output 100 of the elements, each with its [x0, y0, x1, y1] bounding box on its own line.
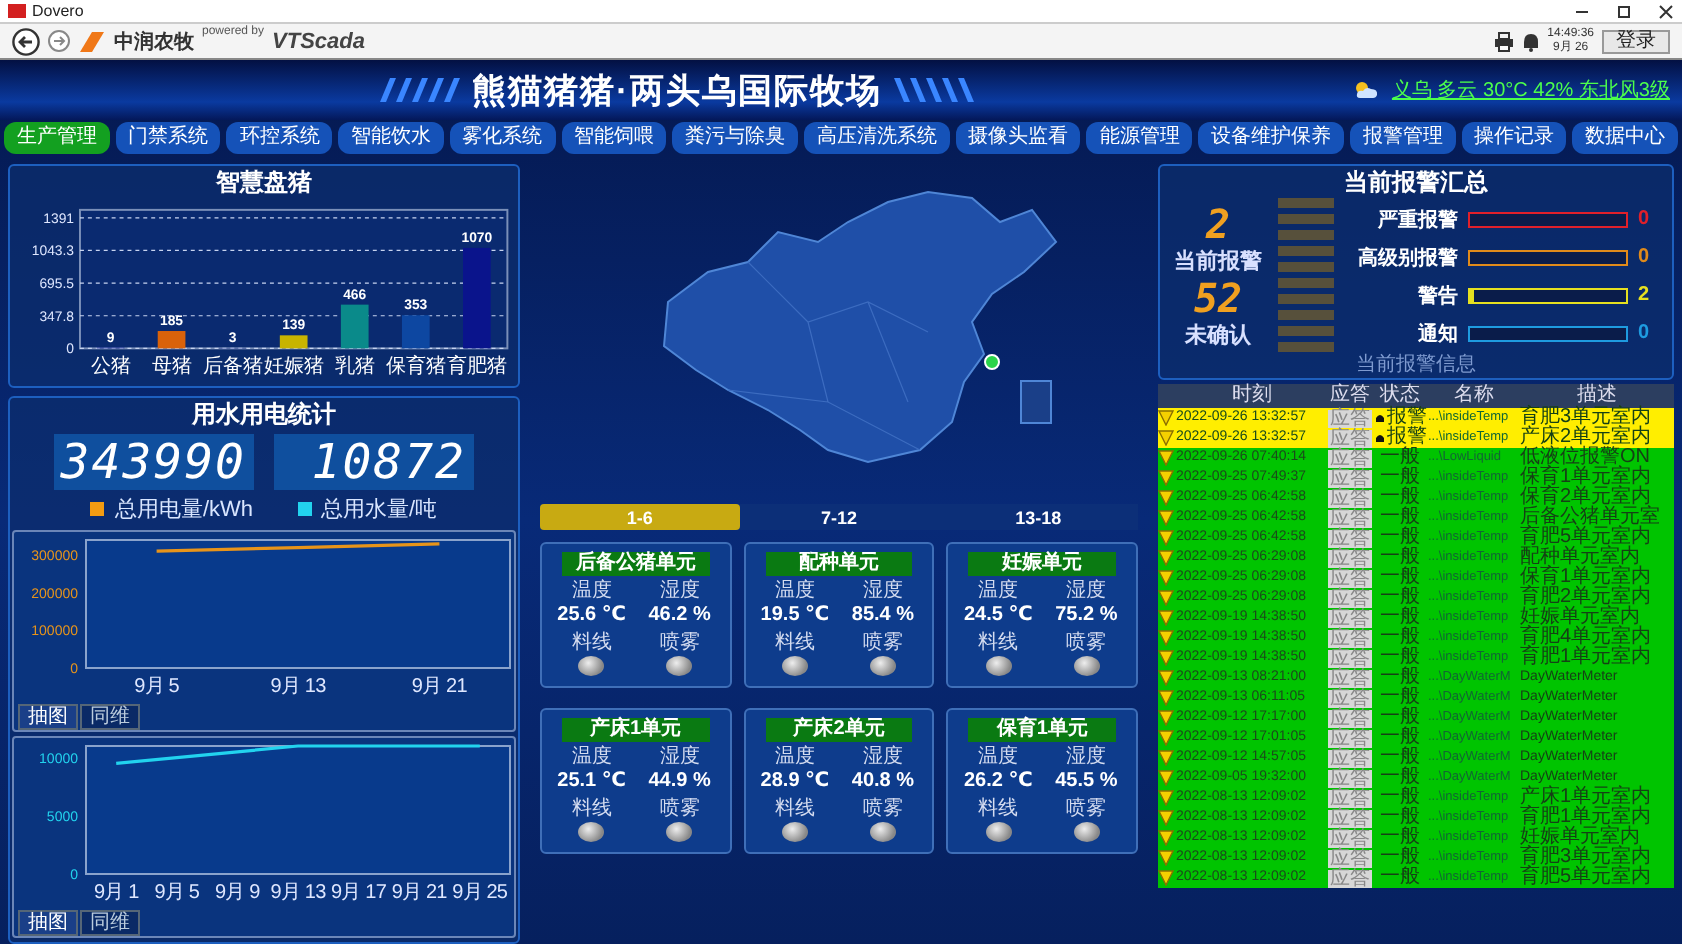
- reading-label: 温度: [571, 580, 612, 604]
- lamp-label: 喷雾: [659, 798, 700, 822]
- reading-value: 45.5 %: [1055, 770, 1118, 794]
- nav-tab[interactable]: 能源管理: [1086, 122, 1193, 154]
- table-cell: 一般: [1380, 528, 1420, 548]
- table-cell-text: 妊娠单元室内: [1520, 828, 1640, 848]
- unit-title: 保育1单元: [968, 718, 1116, 742]
- lamp-label: 喷雾: [1066, 798, 1107, 822]
- nav-tab[interactable]: 雾化系统: [449, 122, 556, 154]
- level-label: 通知: [1416, 321, 1458, 347]
- table-cell-text: 后备公猪单元室: [1520, 508, 1662, 528]
- nav-tab[interactable]: 摄像头监看: [955, 122, 1081, 154]
- table-cell: 一般: [1380, 468, 1420, 488]
- reading-value: 19.5 ℃: [760, 604, 830, 628]
- lamp-label: 料线: [571, 632, 612, 656]
- axis-label: 乳猪: [334, 356, 375, 379]
- table-cell-text: 低液位报警ON: [1520, 448, 1652, 468]
- axis-label: 9月 5: [154, 882, 200, 904]
- table-cell-text: 保育2单元室内: [1520, 488, 1652, 508]
- reading-value: 25.1 ℃: [557, 770, 626, 794]
- nav-tab[interactable]: 高压清洗系统: [804, 122, 950, 154]
- forward-icon[interactable]: [48, 30, 70, 52]
- nav-tab[interactable]: 生产管理: [4, 122, 110, 154]
- back-icon[interactable]: [12, 27, 40, 55]
- chart-tab[interactable]: 抽图: [18, 910, 78, 936]
- axis-label: 9月 13: [270, 676, 326, 698]
- reading-label: 湿度: [1066, 580, 1107, 604]
- table-cell-text: 育肥1单元室内: [1520, 648, 1654, 668]
- login-button[interactable]: 登录: [1602, 29, 1670, 53]
- table-cell: 一般: [1380, 688, 1420, 708]
- table-cell: 一般: [1380, 768, 1420, 788]
- unit-title: 产床2单元: [765, 718, 913, 742]
- nav-tab[interactable]: 数据中心: [1572, 122, 1679, 154]
- cloud-icon: [1353, 80, 1380, 100]
- nav-tab[interactable]: 环控系统: [226, 122, 333, 154]
- lamp-label: 料线: [978, 632, 1019, 656]
- reading-value: 75.2 %: [1055, 604, 1118, 628]
- bell-icon[interactable]: [1521, 31, 1540, 51]
- axis-label: 育肥猪: [446, 356, 507, 379]
- unit-title: 产床1单元: [562, 718, 710, 742]
- table-cell-text: 育肥5单元室内: [1520, 868, 1654, 888]
- caption: 当前报警信息: [1356, 354, 1476, 376]
- table-cell-text: 育肥1单元室内: [1520, 808, 1654, 828]
- nav-tab[interactable]: 设备维护保养: [1198, 122, 1344, 154]
- chart-tab[interactable]: 同维: [80, 910, 140, 936]
- reading-label: 湿度: [862, 746, 903, 770]
- reading-value: 85.4 %: [851, 604, 915, 628]
- table-cell: 一般: [1380, 628, 1420, 648]
- location-marker-icon: [983, 354, 999, 370]
- reading-label: 温度: [571, 746, 612, 770]
- chart-tab[interactable]: 同维: [80, 704, 140, 730]
- axis-label: 9月 17: [331, 882, 387, 904]
- table-cell-text: 产床2单元室内: [1520, 428, 1654, 448]
- table-cell: 一般: [1380, 668, 1420, 688]
- nav-tab[interactable]: 报警管理: [1349, 122, 1456, 154]
- chart-tab[interactable]: 抽图: [18, 704, 78, 730]
- lamp-label: 喷雾: [862, 632, 903, 656]
- chart-bar: [279, 335, 308, 349]
- reading-value: 25.6 ℃: [557, 604, 626, 628]
- print-icon[interactable]: [1493, 31, 1514, 51]
- table-cell: 一般: [1380, 548, 1420, 568]
- maximize-icon[interactable]: [1616, 3, 1632, 19]
- digital-meter: 343990: [54, 434, 254, 490]
- axis-label: 9月 1: [93, 882, 139, 904]
- table-cell: 一般: [1380, 608, 1420, 628]
- unit-tab[interactable]: 13-18: [938, 504, 1139, 530]
- table-cell: 一般: [1380, 828, 1420, 848]
- axis-label: 9月 5: [134, 676, 179, 698]
- axis-label: 公猪: [90, 356, 131, 379]
- unit-tab[interactable]: 7-12: [739, 504, 939, 530]
- nav-tab[interactable]: 门禁系统: [115, 122, 221, 154]
- nav-tab[interactable]: 智能饮水: [338, 122, 444, 154]
- axis-label: 妊娠猪: [263, 356, 324, 379]
- level-count: 2: [1638, 284, 1652, 306]
- chart-bar: [401, 315, 430, 349]
- weather-link[interactable]: 义乌 多云 30°C 42% 东北风3级: [1391, 76, 1670, 104]
- column-header: 名称: [1452, 384, 1496, 408]
- count-label: 当前报警: [1174, 247, 1262, 275]
- unit-title: 后备公猪单元: [562, 552, 710, 576]
- lamp-label: 料线: [978, 798, 1019, 822]
- level-label: 严重报警: [1376, 207, 1458, 233]
- reading-label: 温度: [978, 580, 1019, 604]
- legend-label: 总用水量/吨: [321, 496, 438, 524]
- table-cell: 一般: [1380, 568, 1420, 588]
- chart-bar: [463, 247, 491, 349]
- nav-tab[interactable]: 智能饲喂: [561, 122, 667, 154]
- count-label: 未确认: [1185, 321, 1251, 349]
- level-label: 高级别报警: [1356, 244, 1458, 271]
- nav-tab[interactable]: 操作记录: [1461, 122, 1567, 154]
- unconfirmed-count: 52: [1193, 277, 1243, 317]
- table-cell-text: 产床1单元室内: [1520, 788, 1654, 808]
- table-cell-text: 保育1单元室内: [1520, 568, 1654, 588]
- nav-tab[interactable]: 粪污与除臭: [672, 122, 799, 154]
- table-cell: 一般: [1380, 508, 1420, 528]
- close-icon[interactable]: [1658, 3, 1674, 19]
- axis-label: 9月 21: [411, 676, 467, 698]
- table-cell: 一般: [1380, 488, 1420, 508]
- lamp-label: 喷雾: [659, 632, 700, 656]
- axis-label: 后备猪: [202, 356, 263, 379]
- column-header: 描述: [1577, 384, 1617, 406]
